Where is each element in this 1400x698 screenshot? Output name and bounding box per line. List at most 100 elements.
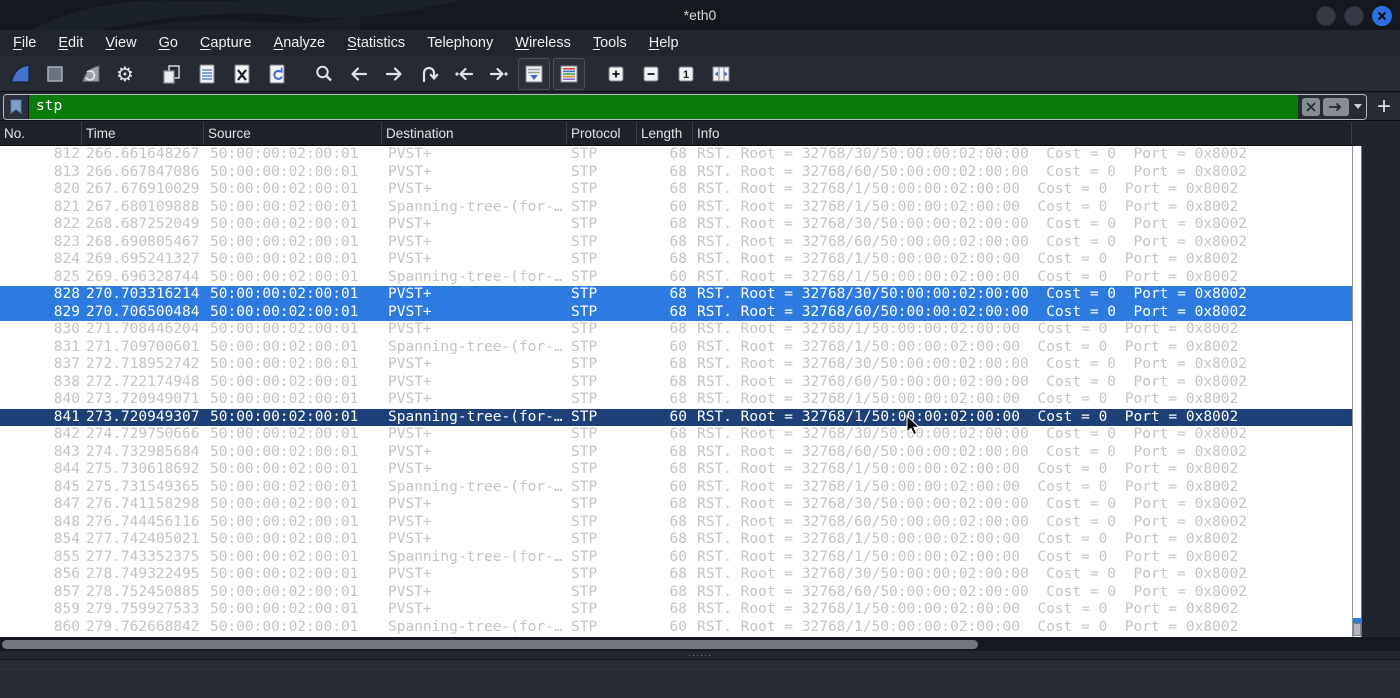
column-header-source[interactable]: Source <box>204 122 382 145</box>
menu-item-wireless[interactable]: Wireless <box>504 30 582 56</box>
table-row[interactable]: 844 275.730618692 50:00:00:02:00:01 PVST+ ST… <box>0 461 1352 479</box>
table-row[interactable]: 856 278.749322495 50:00:00:02:00:01 PVST+ ST… <box>0 566 1352 584</box>
table-row[interactable]: 820 267.676910029 50:00:00:02:00:01 PVST+ ST… <box>0 181 1352 199</box>
cell-info: RST. Root = 32768/30/50:00:00:02:00:00 C… <box>697 426 1247 442</box>
column-header-time[interactable]: Time <box>82 122 204 145</box>
cell-no: 845 <box>53 478 80 495</box>
table-row[interactable]: 830 271.708446204 50:00:00:02:00:01 PVST+ ST… <box>0 321 1352 339</box>
table-row[interactable]: 840 273.720949071 50:00:00:02:00:01 PVST+ ST… <box>0 391 1352 409</box>
maximize-button[interactable] <box>1344 6 1364 26</box>
menu-item-edit[interactable]: Edit <box>47 30 94 56</box>
horizontal-scrollbar[interactable] <box>0 637 1400 651</box>
table-row[interactable]: 857 278.752450885 50:00:00:02:00:01 PVST+ ST… <box>0 584 1352 602</box>
table-row[interactable]: 824 269.695241327 50:00:00:02:00:01 PVST+ ST… <box>0 251 1352 269</box>
cell-info: RST. Root = 32768/1/50:00:00:02:00:00 Co… <box>697 251 1239 267</box>
table-row[interactable]: 841 273.720949307 50:00:00:02:00:01 Spannin… <box>0 408 1352 426</box>
go-first-button[interactable] <box>448 58 480 90</box>
column-header-no[interactable]: No. <box>0 122 82 145</box>
vertical-scrollbar[interactable] <box>1352 146 1362 637</box>
cell-info: RST. Root = 32768/60/50:00:00:02:00:00 C… <box>697 443 1247 460</box>
go-back-button[interactable] <box>343 58 375 90</box>
table-row[interactable]: 828 270.703316214 50:00:00:02:00:01 PVST+ ST… <box>0 286 1352 304</box>
open-file-button[interactable] <box>156 58 188 90</box>
table-row[interactable]: 848 276.744456116 50:00:00:02:00:01 PVST+ ST… <box>0 514 1352 532</box>
clear-filter-button[interactable] <box>1302 97 1320 116</box>
filter-bar: stp + <box>0 93 1400 121</box>
filter-bookmark-button[interactable] <box>4 94 29 119</box>
menu-item-telephony[interactable]: Telephony <box>416 30 504 56</box>
table-row[interactable]: 860 279.762668842 50:00:00:02:00:01 Spannin… <box>0 619 1352 637</box>
cell-destination: PVST+ <box>388 146 432 162</box>
dropdown-caret-icon[interactable] <box>1354 104 1362 109</box>
auto-scroll-button[interactable] <box>518 57 550 90</box>
save-file-button[interactable] <box>191 58 223 90</box>
zoom-out-icon <box>640 63 662 85</box>
apply-filter-button[interactable] <box>1323 97 1349 116</box>
close-button[interactable] <box>1372 6 1392 26</box>
cell-info: RST. Root = 32768/30/50:00:00:02:00:00 C… <box>697 356 1247 372</box>
table-row[interactable]: 831 271.709700601 50:00:00:02:00:01 Spannin… <box>0 339 1352 357</box>
menu-item-file[interactable]: File <box>2 30 47 56</box>
menu-item-view[interactable]: View <box>94 30 147 56</box>
table-row[interactable]: 825 269.696328744 50:00:00:02:00:01 Spannin… <box>0 269 1352 287</box>
resize-columns-button[interactable] <box>705 58 737 90</box>
pane-splitter[interactable]: ······ <box>0 651 1400 660</box>
table-row[interactable]: 859 279.759927533 50:00:00:02:00:01 PVST+ ST… <box>0 601 1352 619</box>
go-to-packet-button[interactable] <box>413 58 445 90</box>
table-row[interactable]: 855 277.743352375 50:00:00:02:00:01 Spannin… <box>0 549 1352 567</box>
title-bar[interactable]: *eth0 <box>0 0 1400 30</box>
table-row[interactable]: 845 275.731549365 50:00:00:02:00:01 Spannin… <box>0 479 1352 497</box>
add-filter-button[interactable]: + <box>1377 94 1391 119</box>
column-header-destination[interactable]: Destination <box>382 122 567 145</box>
restart-capture-button[interactable] <box>74 58 106 90</box>
table-row[interactable]: 813 266.667847086 50:00:00:02:00:01 PVST+ ST… <box>0 164 1352 182</box>
colorize-button[interactable] <box>553 57 585 90</box>
horizontal-scrollbar-thumb[interactable] <box>2 640 978 649</box>
table-row[interactable]: 829 270.706500484 50:00:00:02:00:01 PVST+ ST… <box>0 303 1352 321</box>
start-capture-button[interactable] <box>4 58 36 90</box>
menu-item-help[interactable]: Help <box>638 30 690 56</box>
table-row[interactable]: 821 267.680109888 50:00:00:02:00:01 Spannin… <box>0 199 1352 217</box>
column-header-protocol[interactable]: Protocol <box>567 122 637 145</box>
menu-item-capture[interactable]: Capture <box>189 30 263 56</box>
vertical-scrollbar-thumb[interactable] <box>1353 623 1361 636</box>
go-forward-button[interactable] <box>378 58 410 90</box>
table-row[interactable]: 847 276.741158298 50:00:00:02:00:01 PVST+ ST… <box>0 496 1352 514</box>
table-row[interactable]: 843 274.732985684 50:00:00:02:00:01 PVST+ ST… <box>0 444 1352 462</box>
apply-filter-icon <box>1329 102 1342 111</box>
table-row[interactable]: 837 272.718952742 50:00:00:02:00:01 PVST+ ST… <box>0 356 1352 374</box>
table-row[interactable]: 842 274.729750666 50:00:00:02:00:01 PVST+ ST… <box>0 426 1352 444</box>
table-row[interactable]: 823 268.690805467 50:00:00:02:00:01 PVST+ ST… <box>0 234 1352 252</box>
menu-item-tools[interactable]: Tools <box>582 30 638 56</box>
menu-item-go[interactable]: Go <box>148 30 189 56</box>
main-toolbar: ⚙ 1 <box>0 56 1400 92</box>
cell-protocol: STP <box>571 443 598 460</box>
zoom-in-button[interactable] <box>600 58 632 90</box>
cell-destination: PVST+ <box>388 461 432 477</box>
zoom-100-button[interactable]: 1 <box>670 58 702 90</box>
filter-input[interactable]: stp <box>29 94 1298 119</box>
zoom-out-button[interactable] <box>635 58 667 90</box>
cell-info: RST. Root = 32768/1/50:00:00:02:00:00 Co… <box>697 198 1239 215</box>
column-header-info[interactable]: Info <box>693 122 1352 145</box>
cell-source: 50:00:00:02:00:01 <box>210 373 359 390</box>
stop-capture-button[interactable] <box>39 58 71 90</box>
table-row[interactable]: 854 277.742405021 50:00:00:02:00:01 PVST+ ST… <box>0 531 1352 549</box>
cell-destination: PVST+ <box>388 303 432 320</box>
go-last-button[interactable] <box>483 58 515 90</box>
find-packet-button[interactable] <box>308 58 340 90</box>
close-file-button[interactable] <box>226 58 258 90</box>
cell-protocol: STP <box>571 163 598 180</box>
display-filter-field[interactable]: stp <box>3 93 1367 120</box>
menu-item-analyze[interactable]: Analyze <box>263 30 337 56</box>
cell-length: 68 <box>669 531 687 547</box>
menu-item-statistics[interactable]: Statistics <box>336 30 416 56</box>
cell-destination: PVST+ <box>388 286 432 302</box>
column-header-length[interactable]: Length <box>637 122 693 145</box>
minimize-button[interactable] <box>1316 6 1336 26</box>
table-row[interactable]: 838 272.722174948 50:00:00:02:00:01 PVST+ ST… <box>0 374 1352 392</box>
capture-options-button[interactable]: ⚙ <box>109 58 141 90</box>
table-row[interactable]: 812 266.661648267 50:00:00:02:00:01 PVST+ ST… <box>0 146 1352 164</box>
table-row[interactable]: 822 268.687252049 50:00:00:02:00:01 PVST+ ST… <box>0 216 1352 234</box>
reload-file-button[interactable] <box>261 58 293 90</box>
